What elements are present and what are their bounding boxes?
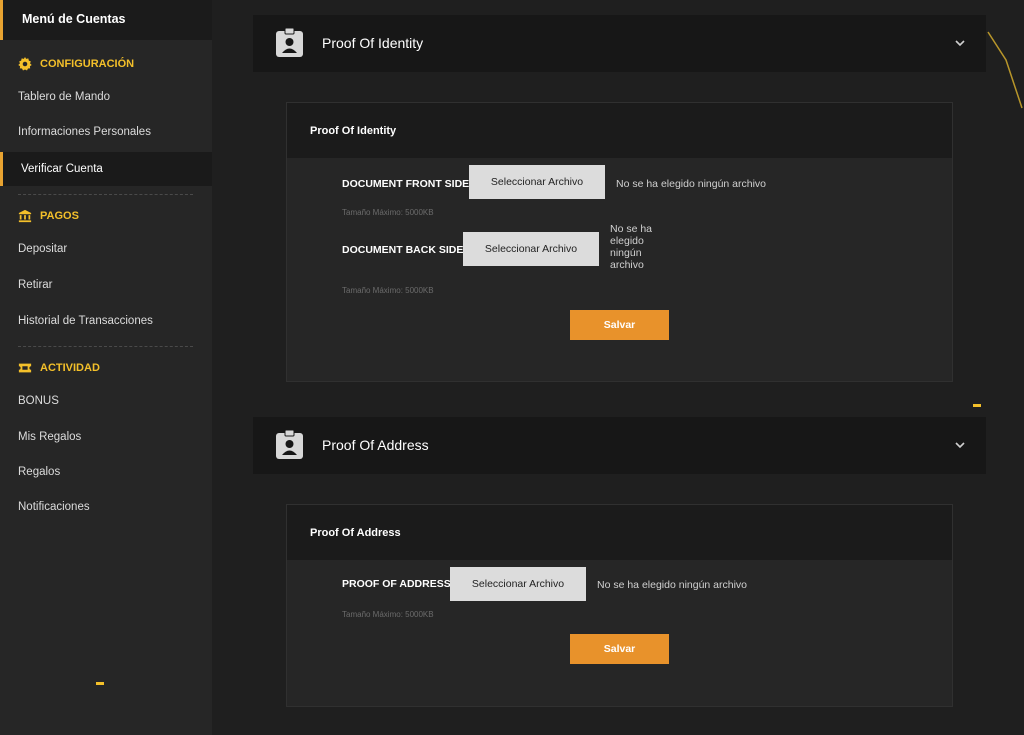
section-actividad: ACTIVIDAD [18, 361, 100, 375]
proof-of-address-file-status: No se ha elegido ningún archivo [597, 579, 748, 591]
proof-of-address-label: PROOF OF ADDRESS [342, 578, 451, 590]
sidebar-item-notificaciones[interactable]: Notificaciones [0, 490, 212, 524]
sidebar-item-mis-regalos[interactable]: Mis Regalos [0, 420, 212, 454]
section-label: PAGOS [40, 210, 79, 222]
sidebar-item-verificar[interactable]: Verificar Cuenta [0, 152, 212, 186]
identity-card: Proof Of Identity DOCUMENT FRONT SIDE Se… [286, 102, 953, 382]
account-sidebar: Menú de Cuentas CONFIGURACIÓN Tablero de… [0, 0, 212, 735]
sidebar-item-depositar[interactable]: Depositar [0, 232, 212, 266]
decorative-line [987, 31, 1023, 109]
id-badge-icon [276, 430, 303, 459]
identity-header-title: Proof Of Identity [322, 35, 424, 51]
bank-icon [18, 209, 32, 223]
sidebar-item-bonus[interactable]: BONUS [0, 384, 212, 418]
front-side-file-button[interactable]: Seleccionar Archivo [469, 165, 605, 199]
section-label: CONFIGURACIÓN [40, 58, 135, 70]
front-side-label: DOCUMENT FRONT SIDE [342, 178, 470, 190]
address-panel-header[interactable]: Proof Of Address [253, 417, 986, 474]
section-label: ACTIVIDAD [40, 362, 100, 374]
back-side-label: DOCUMENT BACK SIDE [342, 244, 464, 256]
section-pagos: PAGOS [18, 209, 79, 223]
chevron-down-icon[interactable] [954, 439, 966, 451]
identity-card-header: Proof Of Identity [287, 103, 952, 158]
proof-of-address-file-button[interactable]: Seleccionar Archivo [450, 567, 586, 601]
address-card: Proof Of Address PROOF OF ADDRESS Selecc… [286, 504, 953, 707]
sidebar-title: Menú de Cuentas [22, 12, 126, 26]
address-card-header: Proof Of Address [287, 505, 952, 560]
identity-save-button[interactable]: Salvar [570, 310, 669, 340]
back-side-file-button[interactable]: Seleccionar Archivo [463, 232, 599, 266]
sidebar-item-historial[interactable]: Historial de Transacciones [0, 304, 212, 338]
sidebar-item-retirar[interactable]: Retirar [0, 268, 212, 302]
identity-card-title: Proof Of Identity [310, 125, 397, 137]
decorative-dash [973, 404, 981, 407]
sidebar-title-bar: Menú de Cuentas [0, 0, 212, 40]
back-side-file-status: No se ha elegido ningún archivo [610, 223, 653, 271]
sidebar-item-informaciones[interactable]: Informaciones Personales [0, 115, 212, 149]
ticket-icon [18, 363, 32, 373]
sidebar-divider [18, 346, 193, 347]
chevron-down-icon[interactable] [954, 37, 966, 49]
back-side-size-hint: Tamaño Máximo: 5000KB [342, 286, 434, 295]
section-configuracion: CONFIGURACIÓN [18, 57, 134, 71]
sidebar-divider [18, 194, 193, 195]
decorative-dash [96, 682, 104, 685]
front-side-size-hint: Tamaño Máximo: 5000KB [342, 208, 434, 217]
address-card-title: Proof Of Address [310, 527, 401, 539]
address-header-title: Proof Of Address [322, 437, 429, 453]
address-save-button[interactable]: Salvar [570, 634, 669, 664]
identity-panel-header[interactable]: Proof Of Identity [253, 15, 986, 72]
gear-icon [18, 57, 32, 71]
front-side-file-status: No se ha elegido ningún archivo [616, 178, 767, 190]
sidebar-item-regalos[interactable]: Regalos [0, 455, 212, 489]
proof-of-address-size-hint: Tamaño Máximo: 5000KB [342, 610, 434, 619]
id-badge-icon [276, 28, 303, 57]
sidebar-item-tablero[interactable]: Tablero de Mando [0, 80, 212, 114]
